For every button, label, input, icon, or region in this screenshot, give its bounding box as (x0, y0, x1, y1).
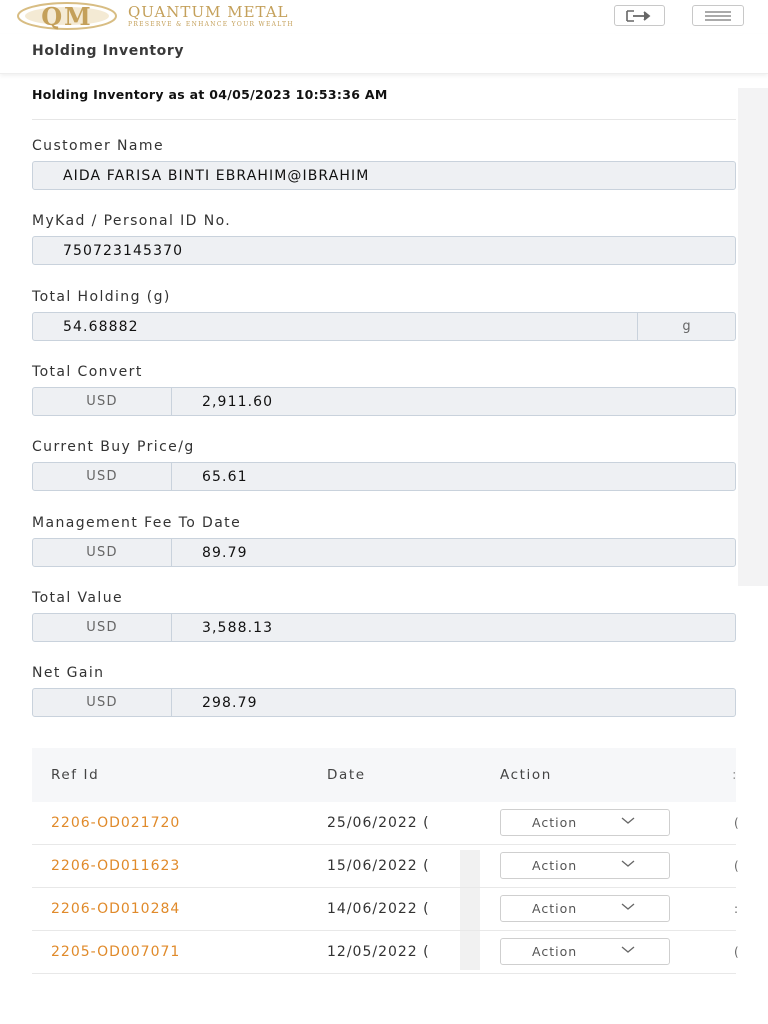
chevron-down-icon (621, 946, 635, 953)
currency-prefix: USD (33, 614, 172, 641)
mykad-label: MyKad / Personal ID No. (32, 213, 232, 229)
row-date: 12/05/2022 ( (327, 944, 430, 960)
total-holding-field[interactable]: 54.68882 g (32, 312, 736, 341)
currency-prefix: USD (33, 388, 172, 415)
currency-prefix: USD (33, 539, 172, 566)
row-date: 15/06/2022 ( (327, 858, 430, 874)
side-panel-edge (738, 88, 768, 586)
total-convert-label: Total Convert (32, 364, 143, 380)
column-header-ref-id[interactable]: Ref Id (51, 767, 99, 783)
net-gain-value: 298.79 (202, 694, 258, 711)
customer-name-field[interactable]: AIDA FARISA BINTI EBRAHIM@IBRAHIM (32, 161, 736, 190)
action-dropdown-button[interactable]: Action (500, 852, 670, 879)
action-dropdown-button[interactable]: Action (500, 938, 670, 965)
inventory-timestamp-heading: Holding Inventory as at 04/05/2023 10:53… (32, 87, 388, 102)
row-date: 14/06/2022 ( (327, 901, 430, 917)
brand-tagline: PRESERVE & ENHANCE YOUR WEALTH (128, 20, 294, 28)
customer-name-label: Customer Name (32, 138, 164, 154)
ref-id-link[interactable]: 2206-OD010284 (51, 901, 180, 917)
total-value-value: 3,588.13 (202, 619, 274, 636)
mykad-value: 750723145370 (63, 242, 184, 259)
mykad-field[interactable]: 750723145370 (32, 236, 736, 265)
svg-text:QM: QM (41, 2, 92, 31)
ref-id-link[interactable]: 2205-OD007071 (51, 944, 180, 960)
page-title: Holding Inventory (32, 43, 185, 59)
logout-button[interactable] (614, 5, 665, 26)
currency-prefix: USD (33, 463, 172, 490)
hamburger-menu-icon (705, 10, 731, 21)
chevron-down-icon (621, 860, 635, 867)
row-date: 25/06/2022 ( (327, 815, 430, 831)
management-fee-value: 89.79 (202, 544, 248, 561)
top-navbar: QM QUANTUM METAL PRESERVE & ENHANCE YOUR… (0, 0, 768, 34)
truncated-cell: ( (734, 859, 739, 873)
menu-toggle-button[interactable] (692, 5, 744, 26)
action-label: Action (532, 944, 578, 959)
customer-name-value: AIDA FARISA BINTI EBRAHIM@IBRAHIM (63, 167, 370, 184)
current-buy-price-label: Current Buy Price/g (32, 439, 195, 455)
chevron-down-icon (621, 817, 635, 824)
truncated-cell: ( (734, 945, 739, 959)
total-convert-field[interactable]: USD 2,911.60 (32, 387, 736, 416)
qm-logo-mark-icon: QM (16, 1, 118, 31)
current-buy-price-value: 65.61 (202, 468, 248, 485)
currency-prefix: USD (33, 689, 172, 716)
column-header-date[interactable]: Date (327, 767, 366, 783)
total-holding-input[interactable]: 54.68882 (33, 313, 637, 340)
table-row: 2206-OD011623 15/06/2022 ( Action ( (32, 845, 739, 888)
net-gain-label: Net Gain (32, 665, 105, 681)
page-header-card: Holding Inventory (0, 34, 768, 74)
table-row: 2206-OD010284 14/06/2022 ( Action : (32, 888, 739, 931)
truncated-cell: : (734, 902, 739, 916)
brand-logo[interactable]: QM QUANTUM METAL PRESERVE & ENHANCE YOUR… (16, 1, 294, 31)
chevron-down-icon (621, 903, 635, 910)
ref-id-link[interactable]: 2206-OD011623 (51, 858, 180, 874)
column-header-action: Action (500, 767, 552, 783)
truncated-cell: ( (734, 816, 739, 830)
total-convert-value: 2,911.60 (202, 393, 274, 410)
action-label: Action (532, 815, 578, 830)
total-value-field[interactable]: USD 3,588.13 (32, 613, 736, 642)
table-row: 2205-OD007071 12/05/2022 ( Action ( (32, 931, 739, 974)
column-header-overflow: : (732, 767, 739, 783)
total-holding-value: 54.68882 (63, 318, 139, 335)
divider (32, 119, 736, 120)
action-label: Action (532, 901, 578, 916)
grams-unit-addon: g (637, 313, 735, 340)
total-holding-label: Total Holding (g) (32, 289, 171, 305)
action-label: Action (532, 858, 578, 873)
management-fee-label: Management Fee To Date (32, 515, 242, 531)
ref-id-link[interactable]: 2206-OD021720 (51, 815, 180, 831)
management-fee-field[interactable]: USD 89.79 (32, 538, 736, 567)
net-gain-field[interactable]: USD 298.79 (32, 688, 736, 717)
action-dropdown-button[interactable]: Action (500, 895, 670, 922)
brand-name: QUANTUM METAL (128, 2, 289, 21)
total-value-label: Total Value (32, 590, 123, 606)
table-row: 2206-OD021720 25/06/2022 ( Action ( (32, 802, 739, 845)
action-dropdown-button[interactable]: Action (500, 809, 670, 836)
current-buy-price-field[interactable]: USD 65.61 (32, 462, 736, 491)
logout-icon (625, 9, 650, 22)
orders-table-header: Ref Id Date Action : (32, 748, 739, 802)
